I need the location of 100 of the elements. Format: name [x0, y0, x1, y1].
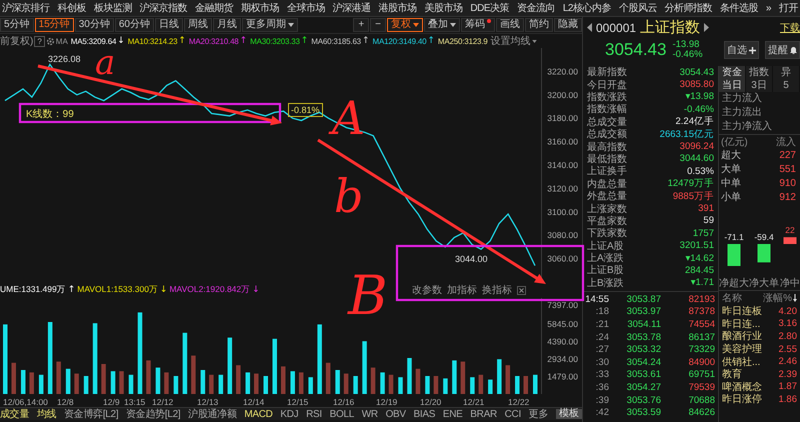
menu-item[interactable]: 资金流向 [516, 1, 555, 15]
download-link[interactable]: 下载 [780, 20, 800, 34]
trend-arrow: ↓ [160, 285, 168, 295]
tick-time: :36 [594, 382, 609, 393]
menu-item[interactable]: 条件选股 [720, 1, 758, 15]
period-tab[interactable]: 15分钟 [34, 18, 74, 32]
indicator-tab[interactable]: OBV [386, 408, 406, 420]
period-tab[interactable]: 5分钟 [0, 18, 34, 32]
template-button[interactable]: 模板 [556, 409, 582, 419]
menu-item[interactable]: 全球市场 [286, 1, 325, 15]
tick-volume: 84900 [688, 356, 715, 368]
indicator-tab[interactable]: ENE [442, 408, 463, 420]
indicator-tab[interactable]: KDJ [280, 408, 298, 420]
adjust-label: 前复权) [0, 34, 34, 48]
annotation-letter: b [334, 169, 364, 223]
trend-arrow: ↓ [252, 285, 260, 295]
toolbar-button[interactable]: 画线 [496, 18, 524, 32]
sector-name[interactable]: 教育 [722, 367, 742, 382]
toolbar-button[interactable]: 筹码 [461, 18, 495, 32]
indicator-tab[interactable]: 更多 [528, 408, 548, 420]
indicator-tab[interactable]: 成交量 [0, 408, 30, 420]
menu-item[interactable]: 金融期货 [195, 1, 234, 15]
flow-tab[interactable]: 异 [773, 66, 800, 79]
toolbar-button[interactable]: 隐藏 [554, 18, 582, 32]
toolbar-button[interactable]: 简约 [525, 18, 553, 32]
sector-name[interactable]: 啤酒概念 [722, 380, 762, 394]
column-header[interactable]: 涨幅% [763, 291, 792, 305]
sector-name[interactable]: 昨日涨停 [722, 392, 762, 406]
tick-time: :42 [594, 407, 609, 418]
menu-item[interactable]: 个股风云 [618, 1, 657, 15]
zoom-out-button[interactable]: − [370, 18, 386, 32]
indicator-tab[interactable]: BOLL [330, 408, 354, 420]
indicator-link[interactable]: 换指标 [482, 283, 512, 297]
period-tab[interactable]: 日线 [154, 18, 183, 32]
menu-item[interactable]: 沪深京排行 [2, 1, 50, 15]
period-tab[interactable]: 30分钟 [74, 18, 114, 32]
indicator-tab[interactable]: MACD [244, 408, 273, 420]
menu-item[interactable]: 沪深港通 [332, 1, 371, 15]
sector-name[interactable]: 美容护理 [722, 342, 762, 356]
axis-label: 3060.00 [547, 254, 578, 264]
trend-arrow: ↑ [68, 285, 76, 295]
trend-arrow: ↑ [300, 36, 308, 46]
sector-change: 2.46 [778, 356, 797, 368]
tick-price: 3053.59 [626, 407, 661, 418]
price-label: 3226.08 [48, 54, 81, 64]
flow-tab[interactable]: 资金 [719, 66, 746, 79]
menu-item[interactable]: 科创板 [57, 1, 86, 15]
sector-name[interactable]: 昨日连板 [722, 304, 762, 318]
indicator-tab[interactable]: 资金趋势[L2] [126, 408, 180, 420]
watchlist-button[interactable]: 自选 [724, 41, 759, 59]
stat-value: 284.45 [684, 264, 714, 276]
stat-label: 上B涨跌 [587, 276, 624, 290]
indicator-tab[interactable]: BIAS [414, 408, 436, 420]
period-tab[interactable]: 月线 [212, 18, 241, 32]
ma-value: MA5:3209.64 [70, 36, 116, 46]
indicator-tab[interactable]: BRAR [470, 408, 497, 420]
stat-value: 3044.60 [680, 153, 714, 164]
ma-value: MA120:3149.40 [372, 36, 426, 46]
more-menu[interactable]: » [766, 2, 772, 14]
flow-tab[interactable]: 指数 [746, 66, 773, 79]
period-tab[interactable]: 当日 [719, 79, 746, 92]
toolbar-button[interactable]: 叠加 [424, 18, 460, 32]
sector-name[interactable]: 昨日连... [722, 316, 760, 331]
order-label: 小单 [721, 190, 741, 204]
tick-volume: 87378 [688, 306, 715, 318]
period-tab[interactable]: 60分钟 [114, 18, 154, 32]
ma-value: MA250:3123.9 [438, 36, 488, 46]
indicator-link[interactable]: 加指标 [447, 283, 477, 297]
period-tab[interactable]: 5 [773, 79, 800, 92]
tick-price: 3054.11 [626, 319, 661, 330]
zoom-in-button[interactable]: + [353, 18, 370, 32]
stat-value: 391 [698, 202, 714, 214]
tick-volume: 84626 [688, 407, 715, 418]
sector-name[interactable]: 酿酒行业 [722, 329, 762, 344]
indicator-tab[interactable]: 均线 [36, 408, 56, 420]
indicator-tab[interactable]: 沪股通净额 [188, 408, 237, 420]
period-tab[interactable]: 周线 [184, 18, 212, 32]
menu-item[interactable]: 板块监测 [94, 1, 132, 15]
menu-item[interactable]: 分析师指数 [664, 1, 712, 15]
stock-code: 000001 [596, 20, 636, 34]
menu-item[interactable]: 期权市场 [240, 1, 279, 15]
help-button[interactable]: ? [34, 36, 45, 46]
period-tab[interactable]: 3日 [746, 79, 773, 92]
open-menu[interactable]: 打开 [778, 1, 798, 15]
indicator-link[interactable]: 改参数 [412, 283, 442, 297]
more-periods-dropdown[interactable]: 更多周期 [242, 18, 298, 32]
toolbar-button[interactable]: 复权 [387, 18, 423, 32]
data-label: -59.4 [754, 232, 774, 242]
menu-item[interactable]: 港股市场 [378, 1, 417, 15]
menu-item[interactable]: 沪深京指数 [140, 1, 188, 15]
indicator-tab[interactable]: 资金博弈[L2] [64, 408, 118, 420]
indicator-tab[interactable]: RSI [306, 408, 322, 420]
sector-name[interactable]: 供销社... [722, 354, 760, 369]
menu-item[interactable]: L2核心内参 [562, 1, 611, 15]
indicator-tab[interactable]: WR [362, 408, 378, 420]
indicator-tab[interactable]: CCI [504, 408, 521, 420]
ma-settings-link[interactable]: 设置均线 [490, 34, 531, 48]
menu-item[interactable]: 美股市场 [424, 1, 463, 15]
remind-button[interactable]: 提醒 [765, 41, 800, 59]
menu-item[interactable]: DDE决策 [470, 1, 510, 15]
